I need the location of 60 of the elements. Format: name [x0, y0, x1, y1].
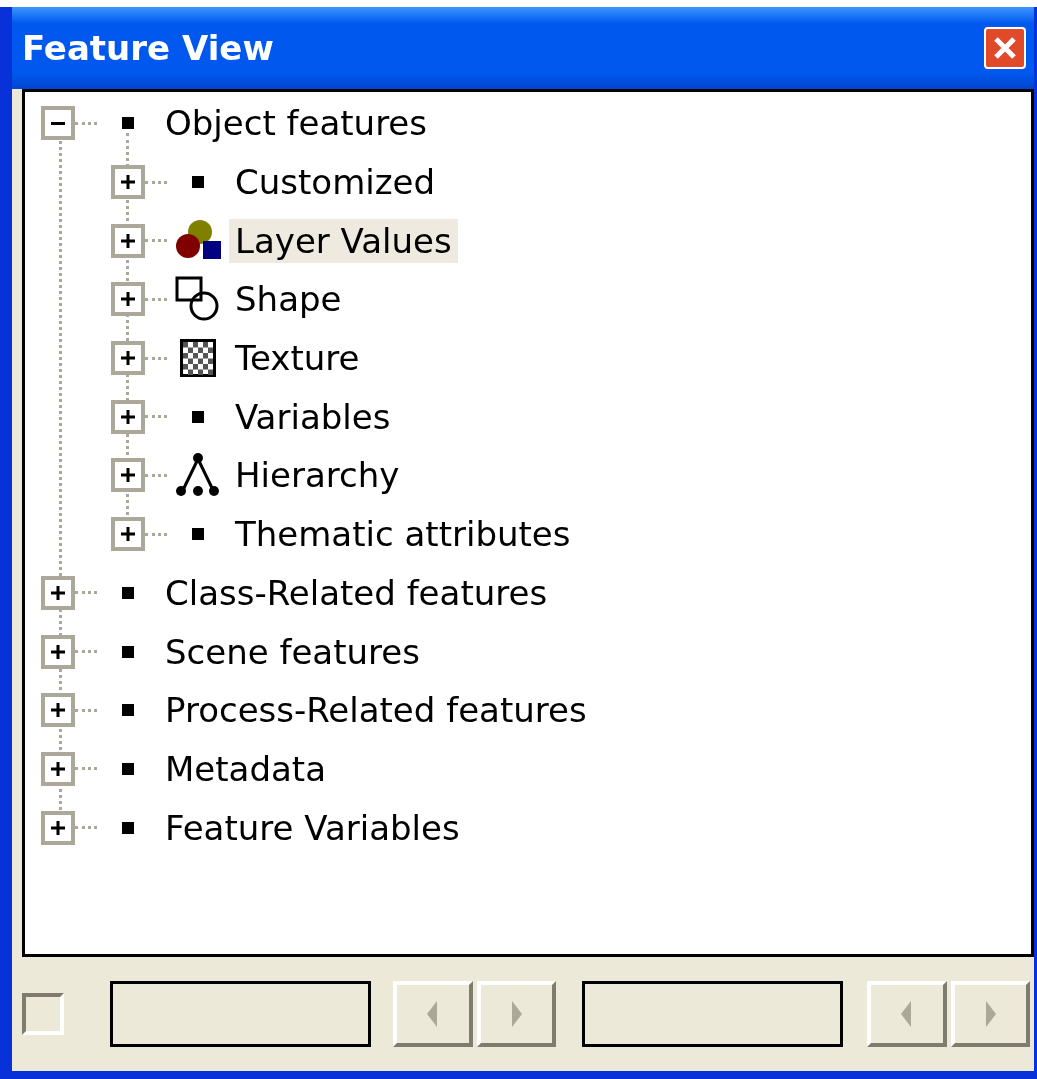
tree-item[interactable]: Shape [229, 277, 348, 322]
bullet-icon [192, 176, 204, 189]
close-icon [992, 35, 1018, 61]
plus-icon [51, 703, 65, 718]
expand-toggle[interactable] [41, 751, 75, 786]
minus-icon [51, 121, 65, 125]
plus-icon [121, 351, 135, 366]
expand-toggle[interactable] [111, 458, 145, 493]
tree-item[interactable]: Texture [229, 336, 366, 381]
plus-icon [121, 409, 135, 424]
bullet-icon [122, 704, 134, 717]
expand-toggle[interactable] [41, 575, 75, 610]
bullet-icon [122, 645, 134, 658]
bullet-icon [192, 410, 204, 423]
bullet-icon [122, 821, 134, 834]
window-title: Feature View [22, 28, 274, 68]
bullet-icon [192, 528, 204, 541]
expand-toggle[interactable] [41, 693, 75, 728]
plus-icon [121, 292, 135, 307]
tree-item[interactable]: Hierarchy [229, 453, 406, 498]
tree-item[interactable]: Thematic attributes [229, 512, 577, 557]
tree-item[interactable]: Feature Variables [159, 805, 466, 850]
collapse-toggle[interactable] [41, 106, 75, 141]
plus-icon [51, 644, 65, 659]
tree-item[interactable]: Scene features [159, 629, 426, 674]
bullet-icon [122, 117, 134, 130]
plus-icon [121, 527, 135, 542]
plus-icon [121, 468, 135, 483]
tree-item[interactable]: Process-Related features [159, 688, 593, 733]
plus-icon [51, 761, 65, 776]
expand-toggle[interactable] [111, 282, 145, 317]
expand-toggle[interactable] [41, 634, 75, 669]
tree-item[interactable]: Layer Values [229, 218, 458, 263]
tree-item[interactable]: Class-Related features [159, 570, 554, 615]
expand-toggle[interactable] [111, 341, 145, 376]
plus-icon [121, 233, 135, 248]
scroll-left-button[interactable] [867, 981, 947, 1047]
scroll-left-button[interactable] [393, 981, 473, 1047]
expand-toggle[interactable] [111, 399, 145, 434]
plus-icon [121, 175, 135, 190]
input-field[interactable] [581, 981, 844, 1047]
scroll-right-button[interactable] [950, 981, 1030, 1047]
close-button[interactable] [984, 27, 1026, 69]
bullet-icon [122, 586, 134, 599]
expand-toggle[interactable] [111, 517, 145, 552]
tree-item[interactable]: Customized [229, 160, 442, 205]
checkbox[interactable] [22, 993, 64, 1035]
plus-icon [51, 820, 65, 835]
expand-toggle[interactable] [111, 223, 145, 258]
expand-toggle[interactable] [111, 165, 145, 200]
scroll-right-button[interactable] [476, 981, 556, 1047]
bullet-icon [122, 762, 134, 775]
expand-toggle[interactable] [41, 810, 75, 845]
hierarchy-icon [175, 452, 221, 499]
input-field[interactable] [109, 981, 372, 1047]
tree-item[interactable]: Object features [159, 101, 433, 146]
tree-item[interactable]: Variables [229, 394, 397, 439]
tree-item[interactable]: Metadata [159, 746, 332, 791]
texture-icon [180, 339, 216, 378]
plus-icon [51, 585, 65, 600]
